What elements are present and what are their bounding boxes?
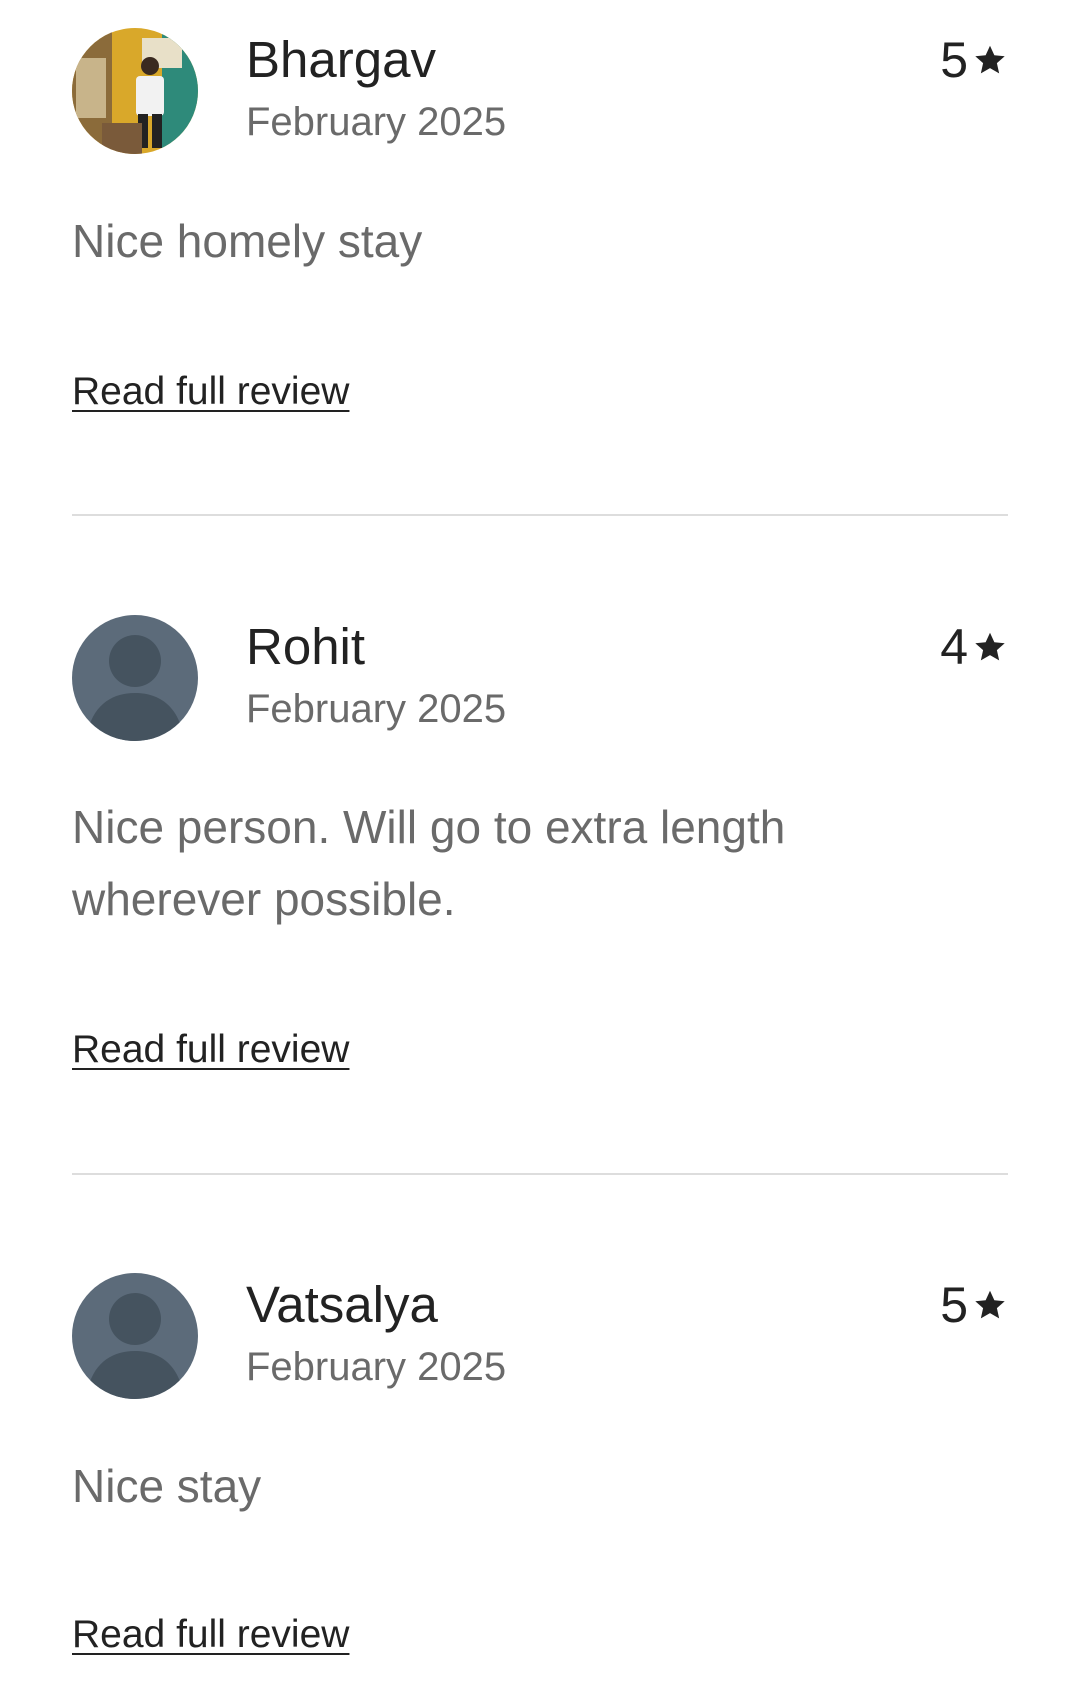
review-card: Rohit February 2025 4 Nice person. Will …: [72, 615, 1008, 1071]
avatar[interactable]: [72, 615, 198, 741]
divider: [72, 514, 1008, 516]
read-full-review-link[interactable]: Read full review: [72, 368, 349, 416]
review-card: Bhargav February 2025 5 Nice homely stay…: [72, 28, 1008, 428]
avatar[interactable]: [72, 28, 198, 154]
reviewer-name: Bhargav: [246, 31, 436, 88]
rating: 4: [940, 617, 1008, 677]
review-date: February 2025: [246, 100, 507, 144]
avatar[interactable]: [72, 1273, 198, 1399]
rating-value: 5: [940, 32, 968, 88]
rating-value: 4: [940, 619, 968, 675]
default-person-icon: [72, 1273, 198, 1399]
user-photo-icon: [72, 28, 198, 154]
review-date: February 2025: [246, 1345, 507, 1389]
divider: [72, 1173, 1008, 1175]
star-icon: [975, 632, 1005, 661]
rating: 5: [940, 30, 1008, 90]
review-card: Vatsalya February 2025 5 Nice stay Read …: [72, 1273, 1008, 1673]
rating-value: 5: [940, 1277, 968, 1333]
star-icon: [975, 45, 1005, 74]
review-date: February 2025: [246, 687, 507, 731]
default-person-icon: [72, 615, 198, 741]
review-text: Nice stay: [72, 1460, 262, 1512]
review-text: Nice homely stay: [72, 215, 423, 267]
reviewer-name: Vatsalya: [246, 1276, 438, 1333]
star-icon: [975, 1290, 1005, 1319]
read-full-review-link[interactable]: Read full review: [72, 1026, 349, 1074]
rating: 5: [940, 1275, 1008, 1335]
reviewer-name: Rohit: [246, 618, 366, 675]
read-full-review-link[interactable]: Read full review: [72, 1611, 349, 1659]
review-text: Nice person. Will go to extra length whe…: [72, 801, 786, 925]
